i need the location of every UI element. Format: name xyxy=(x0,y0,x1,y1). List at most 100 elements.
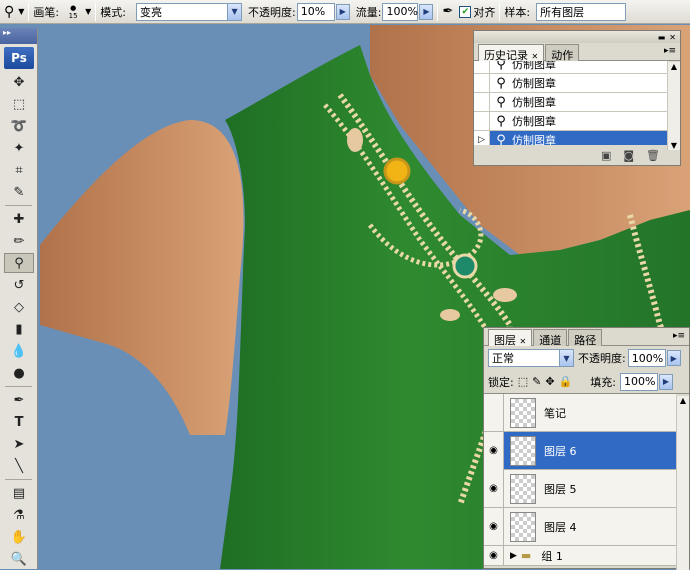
panel-menu-icon[interactable]: ▸≡ xyxy=(664,43,676,60)
close-icon[interactable]: ✕ xyxy=(669,33,676,42)
eyedropper-tool-icon[interactable]: ⚗ xyxy=(4,505,34,525)
history-source-checkbox[interactable] xyxy=(474,92,490,112)
tab-layers[interactable]: 图层 ✕ xyxy=(488,329,533,347)
history-source-checkbox[interactable] xyxy=(474,61,490,74)
tool-preset-chevron-icon[interactable]: ▼ xyxy=(18,7,24,16)
history-scrollbar[interactable]: ▲ ▼ xyxy=(667,62,680,150)
history-list: ⚲ 仿制图章 ⚲ 仿制图章 ⚲ 仿制图章 ⚲ 仿制图章 ▷ ⚲ 仿制图章 xyxy=(474,61,667,145)
expand-triangle-icon[interactable]: ▶ xyxy=(510,551,517,561)
layer-group-row[interactable]: ◉ ▶ ▬ 组 1 xyxy=(484,545,676,566)
lock-transparent-icon[interactable]: ⬚ xyxy=(518,375,528,388)
type-tool-icon[interactable]: T xyxy=(4,412,34,432)
ps-logo[interactable]: Ps xyxy=(4,47,34,69)
zoom-tool-icon[interactable]: 🔍 xyxy=(4,549,34,569)
clone-stamp-icon[interactable]: ⚲ xyxy=(4,4,14,20)
move-tool-icon[interactable]: ✥ xyxy=(4,72,34,92)
blend-mode-select[interactable]: 正常 ▼ xyxy=(488,349,574,367)
toolbox-grip[interactable]: ▸▸ xyxy=(0,28,37,44)
blur-tool-icon[interactable]: 💧 xyxy=(4,341,34,361)
brush-chevron-icon[interactable]: ▼ xyxy=(85,7,91,16)
history-item[interactable]: ⚲ 仿制图章 xyxy=(474,73,667,93)
flow-input[interactable]: 100% xyxy=(382,2,419,21)
tab-history[interactable]: 历史记录 ✕ xyxy=(478,44,545,62)
tab-channels[interactable]: 通道 xyxy=(533,329,568,347)
marquee-tool-icon[interactable]: ⬚ xyxy=(4,94,34,114)
history-brush-tool-icon[interactable]: ↺ xyxy=(4,275,34,295)
blend-mode-dropdown-icon[interactable]: ▼ xyxy=(559,350,573,366)
healing-brush-tool-icon[interactable]: ✚ xyxy=(4,209,34,229)
eye-icon[interactable]: ◉ xyxy=(484,545,504,566)
fill-value: 100% xyxy=(623,375,656,388)
scroll-down-icon[interactable]: ▼ xyxy=(668,141,680,150)
scroll-up-icon[interactable]: ▲ xyxy=(668,62,680,71)
history-state-marker[interactable]: ▷ xyxy=(474,130,490,145)
fill-input[interactable]: 100% xyxy=(619,372,658,391)
notes-tool-icon[interactable]: ▤ xyxy=(4,483,34,503)
tab-close-icon[interactable]: ✕ xyxy=(532,52,539,61)
history-item[interactable]: ⚲ 仿制图章 xyxy=(474,92,667,112)
scroll-up-icon[interactable]: ▲ xyxy=(677,396,689,405)
blend-opacity-row: 正常 ▼ 不透明度: 100% ▶ xyxy=(484,346,689,370)
options-bar: ⚲ ▼ 画笔: ● 15 ▼ 模式: 变亮 ▼ 不透明度: 10% ▶ 流量: … xyxy=(0,0,690,24)
layer-thumbnail xyxy=(510,511,536,542)
layer-opacity-slider-button[interactable]: ▶ xyxy=(666,350,681,366)
layer-row[interactable]: ◉ 图层 6 xyxy=(484,431,676,470)
mode-dropdown-icon[interactable]: ▼ xyxy=(227,3,242,20)
gradient-tool-icon[interactable]: ▮ xyxy=(4,319,34,339)
new-snapshot-icon[interactable]: ◙ xyxy=(623,149,634,162)
history-panel-titlebar[interactable]: ▬ ✕ xyxy=(474,31,680,43)
tab-paths[interactable]: 路径 xyxy=(568,329,603,347)
flow-slider-button[interactable]: ▶ xyxy=(419,3,434,20)
eye-icon[interactable]: ◉ xyxy=(484,431,504,470)
layers-list: 笔记 ◉ 图层 6 ◉ 图层 5 ◉ 图层 4 ◉ ▶ ▬ 组 1 xyxy=(484,393,676,566)
magic-wand-tool-icon[interactable]: ✦ xyxy=(4,138,34,158)
crop-tool-icon[interactable]: ⌗ xyxy=(4,160,34,180)
tab-close-icon[interactable]: ✕ xyxy=(520,337,527,346)
slice-tool-icon[interactable]: ✎ xyxy=(4,182,34,202)
visibility-toggle[interactable] xyxy=(484,393,504,432)
path-selection-tool-icon[interactable]: ➤ xyxy=(4,434,34,454)
trash-icon[interactable]: 🗑 xyxy=(646,149,660,162)
opacity-input[interactable]: 10% xyxy=(296,2,335,21)
opacity-label: 不透明度: xyxy=(248,5,296,19)
layer-row[interactable]: 笔记 xyxy=(484,393,676,432)
history-source-checkbox[interactable] xyxy=(474,73,490,93)
brush-size: 15 xyxy=(68,11,78,20)
eraser-tool-icon[interactable]: ◇ xyxy=(4,297,34,317)
lock-all-icon[interactable]: 🔒 xyxy=(559,375,573,388)
lock-position-icon[interactable]: ✥ xyxy=(545,375,554,388)
line-tool-icon[interactable]: ╲ xyxy=(4,456,34,476)
panel-menu-icon[interactable]: ▸≡ xyxy=(673,328,685,345)
layer-opacity-input[interactable]: 100% xyxy=(627,349,666,367)
history-item[interactable]: ⚲ 仿制图章 xyxy=(474,61,667,74)
lasso-tool-icon[interactable]: ➰ xyxy=(4,116,34,136)
history-source-checkbox[interactable] xyxy=(474,111,490,131)
sample-value: 所有图层 xyxy=(540,5,585,19)
new-document-from-state-icon[interactable]: ▣ xyxy=(601,149,611,162)
mode-value: 变亮 xyxy=(140,5,163,19)
eye-icon[interactable]: ◉ xyxy=(484,507,504,546)
brush-tool-icon[interactable]: ✏ xyxy=(4,231,34,251)
history-item[interactable]: ▷ ⚲ 仿制图章 xyxy=(474,130,667,145)
mode-select[interactable]: 变亮 ▼ xyxy=(136,2,243,21)
airbrush-icon[interactable]: ✒ xyxy=(442,4,453,19)
pen-tool-icon[interactable]: ✒ xyxy=(4,390,34,410)
lock-image-icon[interactable]: ✎ xyxy=(532,375,541,388)
tab-actions[interactable]: 动作 xyxy=(545,44,580,62)
layer-row[interactable]: ◉ 图层 5 xyxy=(484,469,676,508)
minimize-icon[interactable]: ▬ xyxy=(658,33,666,42)
layers-scrollbar[interactable]: ▲ xyxy=(676,396,689,570)
opacity-slider-button[interactable]: ▶ xyxy=(335,3,350,20)
clone-stamp-tool-icon[interactable]: ⚲ xyxy=(4,253,34,273)
history-item-label: 仿制图章 xyxy=(512,77,556,90)
layer-name: 图层 6 xyxy=(544,444,577,458)
eye-icon[interactable]: ◉ xyxy=(484,469,504,508)
sample-select[interactable]: 所有图层 xyxy=(536,2,627,21)
dodge-tool-icon[interactable]: ● xyxy=(4,363,34,383)
aligned-checkbox[interactable]: ✔ xyxy=(459,5,472,18)
hand-tool-icon[interactable]: ✋ xyxy=(4,527,34,547)
layer-row[interactable]: ◉ 图层 4 xyxy=(484,507,676,546)
brush-picker[interactable]: ● 15 xyxy=(65,4,81,20)
fill-slider-button[interactable]: ▶ xyxy=(658,373,673,390)
history-item[interactable]: ⚲ 仿制图章 xyxy=(474,111,667,131)
